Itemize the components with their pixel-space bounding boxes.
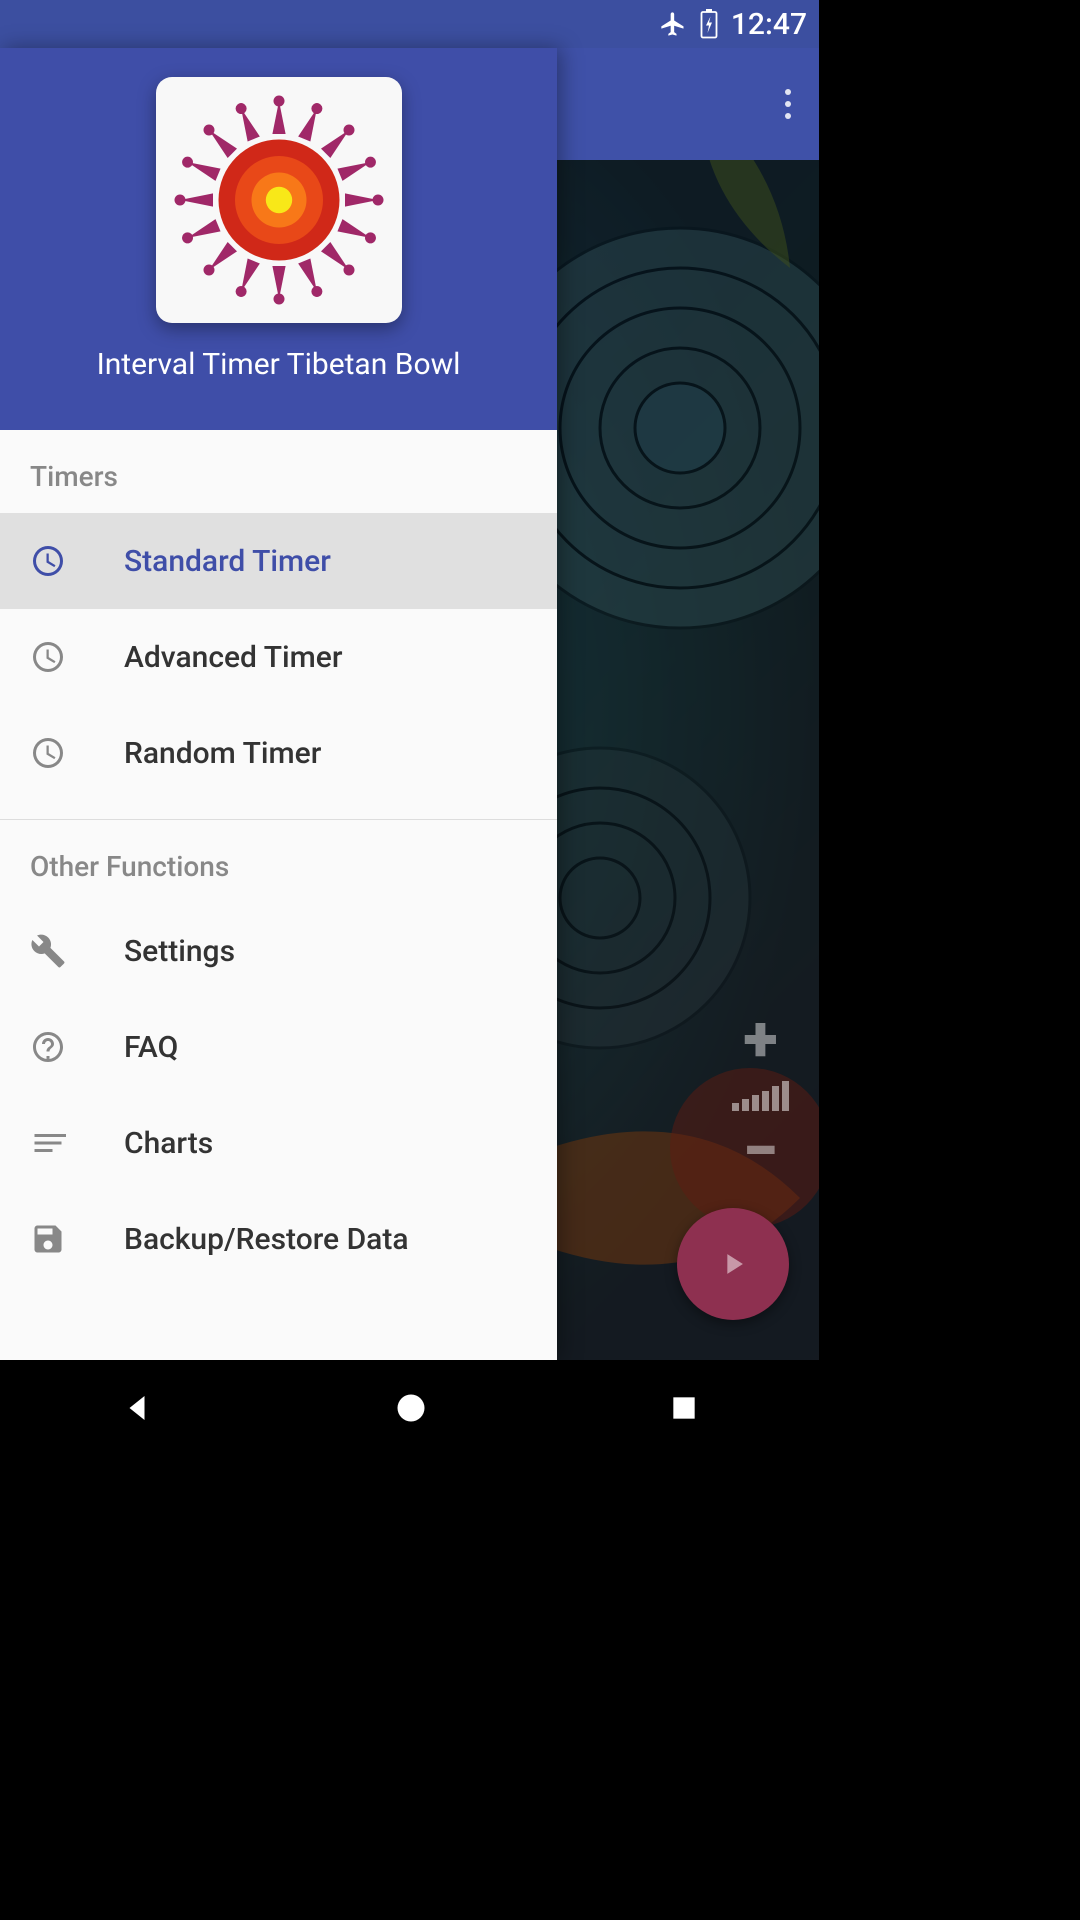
play-fab[interactable]	[677, 1208, 789, 1320]
system-nav-bar	[0, 1360, 819, 1456]
play-icon	[716, 1244, 750, 1284]
drawer-item-random-timer[interactable]: Random Timer	[0, 705, 557, 801]
question-icon	[30, 1029, 66, 1065]
overflow-menu-button[interactable]	[785, 89, 791, 119]
mandala-icon	[169, 90, 389, 310]
volume-control: + −	[732, 1018, 789, 1174]
status-bar: 12:47	[0, 0, 819, 48]
clock-icon	[30, 543, 66, 579]
drawer-item-label: FAQ	[124, 1030, 178, 1065]
drawer-item-label: Backup/Restore Data	[124, 1222, 409, 1257]
drawer-item-settings[interactable]: Settings	[0, 903, 557, 999]
bars-icon	[30, 1125, 66, 1161]
drawer-item-advanced-timer[interactable]: Advanced Timer	[0, 609, 557, 705]
drawer-item-label: Settings	[124, 934, 235, 969]
drawer-item-standard-timer[interactable]: Standard Timer	[0, 513, 557, 609]
volume-level-icon	[732, 1081, 789, 1111]
drawer-item-faq[interactable]: FAQ	[0, 999, 557, 1095]
save-icon	[30, 1221, 66, 1257]
airplane-icon	[659, 10, 687, 38]
drawer-item-backup[interactable]: Backup/Restore Data	[0, 1191, 557, 1287]
recents-button[interactable]	[668, 1392, 700, 1424]
drawer-item-label: Standard Timer	[124, 544, 331, 579]
drawer-item-charts[interactable]: Charts	[0, 1095, 557, 1191]
drawer-item-label: Charts	[124, 1126, 213, 1161]
drawer-item-label: Advanced Timer	[124, 640, 342, 675]
section-title-other: Other Functions	[0, 820, 557, 903]
battery-charging-icon	[699, 9, 719, 39]
status-time: 12:47	[731, 7, 807, 42]
home-button[interactable]	[393, 1390, 429, 1426]
volume-down-button[interactable]: −	[743, 1129, 778, 1174]
clock-icon	[30, 639, 66, 675]
drawer-item-label: Random Timer	[124, 736, 321, 771]
app-icon	[156, 77, 402, 323]
section-title-timers: Timers	[0, 430, 557, 513]
app-title: Interval Timer Tibetan Bowl	[97, 347, 461, 382]
drawer-body[interactable]: Timers Standard Timer Advanced Timer Ran…	[0, 430, 557, 1360]
navigation-drawer: Interval Timer Tibetan Bowl Timers Stand…	[0, 48, 557, 1360]
back-button[interactable]	[119, 1390, 155, 1426]
clock-icon	[30, 735, 66, 771]
volume-up-button[interactable]: +	[743, 1018, 777, 1063]
drawer-header: Interval Timer Tibetan Bowl	[0, 48, 557, 430]
wrench-icon	[30, 933, 66, 969]
